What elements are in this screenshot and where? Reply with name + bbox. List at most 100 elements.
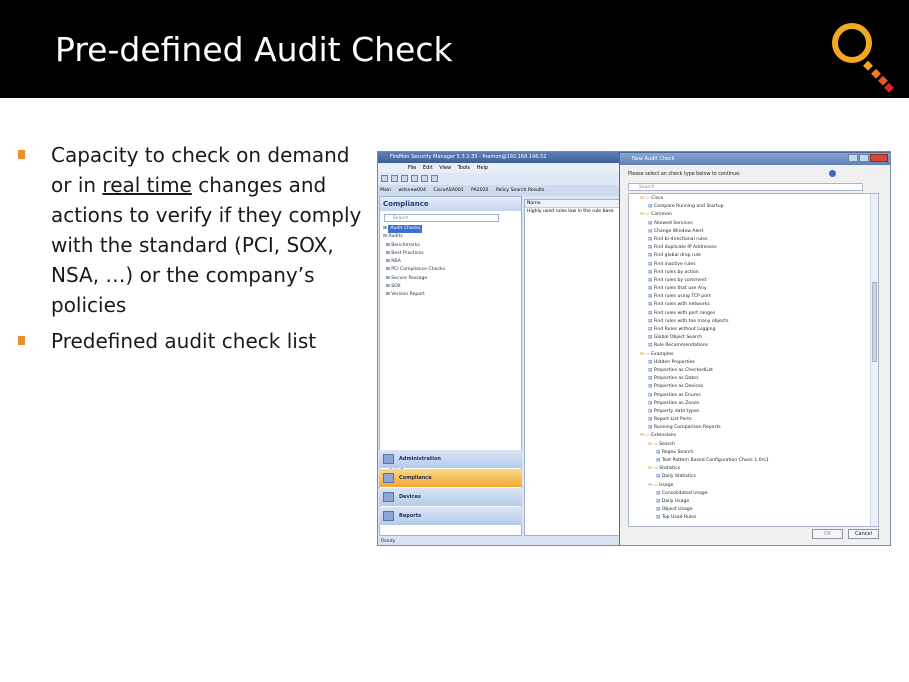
help-icon[interactable] — [829, 170, 836, 177]
bullet-item: Capacity to check on demand or in real t… — [18, 140, 363, 320]
tree-folder[interactable]: ⊟ ▭ Extensions — [632, 432, 769, 440]
scrollbar-thumb[interactable] — [872, 282, 877, 362]
tree-item[interactable]: ▤ Properties as Dates — [632, 375, 769, 383]
menu-help[interactable]: Help — [477, 165, 488, 171]
status-bar: Ready — [378, 537, 620, 545]
tree-item[interactable]: ▤ Find rules with networks — [632, 301, 769, 309]
tree-item[interactable]: ▤ Properties as Devices — [632, 383, 769, 391]
tab-device[interactable]: PA2020 — [471, 188, 488, 193]
tree-item[interactable]: ▤ Find Rules without Logging — [632, 326, 769, 334]
folder-icon: ⊟ ▭ — [640, 351, 652, 357]
tree-item[interactable]: ▤ Property data types — [632, 408, 769, 416]
export-icon[interactable] — [431, 175, 438, 182]
nav-pane: Administration Compliance Devices Report… — [379, 450, 522, 526]
dialog-search-input[interactable]: Search — [628, 183, 863, 191]
tree-folder[interactable]: ⊟ ▭ Cisco — [632, 195, 769, 203]
tree-item[interactable]: ▤ Hidden Properties — [632, 359, 769, 367]
folder-icon: ⊟ ▭ — [648, 466, 660, 472]
nav-devices[interactable]: Devices — [379, 488, 522, 506]
menu-tools[interactable]: Tools — [458, 165, 470, 171]
tree-item[interactable]: ⊞ Audit Checks — [383, 225, 445, 234]
tree-item[interactable]: ▤ Report List Ports — [632, 416, 769, 424]
tab-device[interactable]: CiscoASA001 — [433, 188, 463, 193]
tree-item[interactable]: ▤ Compare Running and Startup — [632, 203, 769, 211]
table-row[interactable]: Highly used rules low in the rule base — [525, 208, 620, 216]
tree-item[interactable]: ▤ Top Used Rules — [632, 514, 769, 522]
app-window-title: FireMon Security Manager 5.3.2.33 - fire… — [378, 152, 620, 163]
tree-folder[interactable]: ⊟ ▭ Statistics — [632, 465, 769, 473]
tree-item[interactable]: ▤ Find rules by action — [632, 269, 769, 277]
tree-item[interactable]: ▤ Find bi-directional rules — [632, 236, 769, 244]
cancel-button[interactable]: Cancel — [848, 529, 879, 539]
nav-administration[interactable]: Administration — [379, 450, 522, 468]
tree-item[interactable]: ▤ Regex Search — [632, 449, 769, 457]
tree-item[interactable]: ▤ Change Window Alert — [632, 228, 769, 236]
tree-item[interactable]: ▤ Text Pattern Based Configuration Check… — [632, 457, 769, 465]
maximize-button[interactable] — [859, 154, 869, 162]
folder-icon: ⊟ ▭ — [648, 482, 660, 488]
tree-item[interactable]: ▤ Find rules with too many objects — [632, 318, 769, 326]
tree-item[interactable]: ▤ Allowed Services — [632, 220, 769, 228]
tree-item[interactable]: ⊞ Best Practices — [383, 250, 445, 258]
tree-item[interactable]: ⊞ SOX — [383, 283, 445, 291]
search-input[interactable]: Search — [384, 214, 499, 222]
tree-item[interactable]: ▤ Find rules that use Any — [632, 285, 769, 293]
tree-item[interactable]: ▤ Global Object Search — [632, 334, 769, 342]
app-tab-strip: Main witsnew004 CiscoASA001 PA2020 Polic… — [378, 185, 620, 196]
tab-device[interactable]: witsnew004 — [398, 188, 426, 193]
nav-compliance[interactable]: Compliance — [379, 469, 522, 487]
back-icon[interactable] — [381, 175, 388, 182]
tree-item[interactable]: ▤ Properties as Enums — [632, 392, 769, 400]
forward-icon[interactable] — [391, 175, 398, 182]
tree-item[interactable]: ⊞ Version Report — [383, 291, 445, 299]
tree-item[interactable]: ▤ Daily Usage — [632, 498, 769, 506]
minimize-button[interactable] — [848, 154, 858, 162]
dialog-title: New Audit Check — [620, 153, 890, 165]
tree-folder[interactable]: ⊟ ▭ Common — [632, 211, 769, 219]
menu-view[interactable]: View — [439, 165, 451, 171]
grid-column-name[interactable]: Name — [525, 200, 620, 208]
tree-item[interactable]: ▤ Find rules by comment — [632, 277, 769, 285]
dialog-prompt: Please select an check type below to con… — [628, 172, 741, 177]
tree-folder[interactable]: ⊟ ▭ Usage — [632, 482, 769, 490]
tree-item[interactable]: ⊞ PCI Compliance Checks — [383, 266, 445, 274]
menu-edit[interactable]: Edit — [423, 165, 433, 171]
tree-item[interactable]: ▤ Object Usage — [632, 506, 769, 514]
bullet-marker — [18, 336, 25, 345]
tree-folder[interactable]: ⊟ ▭ Search — [632, 441, 769, 449]
tree-item[interactable]: ▤ Consolidated Usage — [632, 490, 769, 498]
tab-main[interactable]: Main — [380, 188, 391, 193]
tab-policy-search-results[interactable]: Policy Search Results — [496, 188, 545, 193]
slide-title: Pre-defined Audit Check — [55, 30, 453, 69]
tree-item[interactable]: ▤ Properties as CheckedList — [632, 367, 769, 375]
tree-item[interactable]: ▤ Find global drop rule — [632, 252, 769, 260]
tree-item[interactable]: ▤ Rule Recommendations — [632, 342, 769, 350]
ok-button[interactable]: OK — [812, 529, 843, 539]
app-toolbar — [378, 173, 620, 185]
check-type-list: ⊟ ▭ Cisco ▤ Compare Running and Startup ⊟ … — [628, 193, 879, 527]
tree-item[interactable]: ▤ Find rules with port ranges — [632, 310, 769, 318]
print-icon[interactable] — [421, 175, 428, 182]
tree-item[interactable]: ⊞ Benchmarks — [383, 242, 445, 250]
tree-item[interactable]: ▤ Find inactive rules — [632, 261, 769, 269]
tree-item[interactable]: ⊞ NSA — [383, 258, 445, 266]
refresh-icon[interactable] — [411, 175, 418, 182]
check-type-tree: ⊟ ▭ Cisco ▤ Compare Running and Startup ⊟ … — [632, 195, 769, 523]
tree-item[interactable]: ▤ Daily Statistics — [632, 473, 769, 481]
bullet-item: Predefined audit check list — [18, 326, 363, 356]
folder-icon: ⊟ ▭ — [640, 433, 652, 439]
tree-item[interactable]: ⊞ Secure Passage — [383, 275, 445, 283]
tree-item[interactable]: ▤ Find duplicate IP Addresses — [632, 244, 769, 252]
bullet-list: Capacity to check on demand or in real t… — [18, 140, 363, 362]
save-icon[interactable] — [401, 175, 408, 182]
tree-item[interactable]: ▤ Find rules using TCP port — [632, 293, 769, 301]
menu-file[interactable]: File — [408, 165, 416, 171]
tree-item[interactable]: ⊟ Audits — [383, 233, 445, 241]
tree-folder[interactable]: ⊟ ▭ Examples — [632, 351, 769, 359]
tree-item[interactable]: ▤ Properties as Zones — [632, 400, 769, 408]
close-button[interactable] — [870, 154, 888, 162]
nav-reports[interactable]: Reports — [379, 507, 522, 525]
administration-icon — [383, 454, 394, 464]
tree-item[interactable]: ▤ Running Comparison Reports — [632, 424, 769, 432]
scrollbar[interactable] — [870, 194, 878, 526]
